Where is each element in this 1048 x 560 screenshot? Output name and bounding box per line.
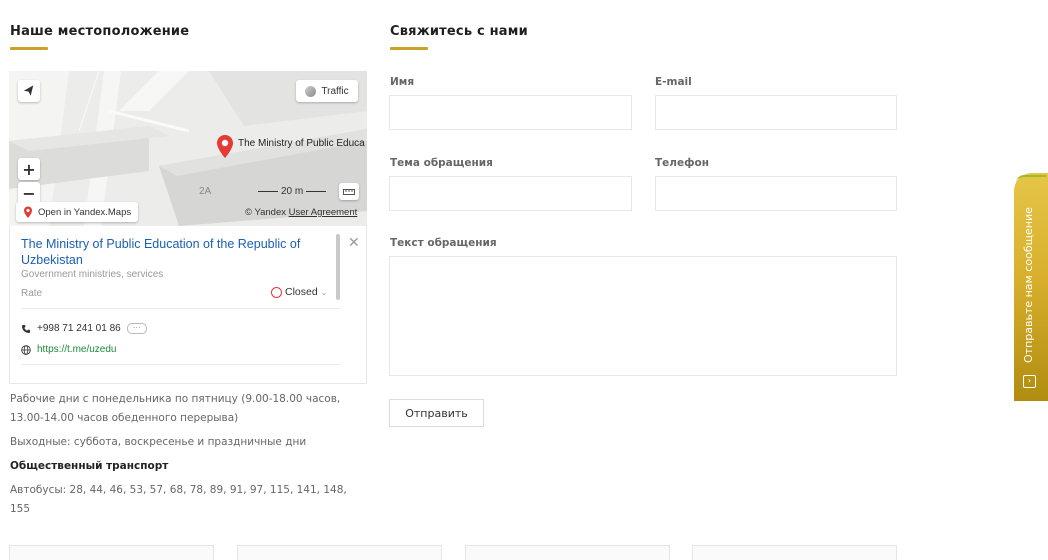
weekend-text: Выходные: суббота, воскресенье и праздни… [10,436,307,448]
email-input[interactable] [655,95,897,130]
message-label: Текст обращения [390,237,497,249]
globe-icon [21,344,31,355]
open-in-yandex-maps-button[interactable]: Open in Yandex.Maps [16,202,139,222]
copyright-text: © Yandex [245,207,286,218]
close-icon[interactable]: ✕ [348,234,360,251]
organization-website-link[interactable]: https://t.me/uzedu [21,344,117,355]
bottom-card-1[interactable] [9,545,214,560]
name-label: Имя [390,76,415,88]
scale-label: 20 m [281,186,304,197]
phone-icon [22,324,30,333]
bottom-card-2[interactable] [237,545,442,560]
organization-category: Government ministries, services [21,269,164,280]
contact-title: Свяжитесь с нами [390,24,528,39]
location-title-underline [10,47,48,50]
location-pin-icon[interactable] [216,134,234,160]
submit-button[interactable]: Отправить [389,399,484,427]
traffic-label: Traffic [321,85,349,97]
side-tab-label: Отправьте нам сообщение [1022,207,1035,363]
name-input[interactable] [389,95,632,130]
ruler-icon [343,188,355,195]
scale-line-right [306,191,327,192]
page-scrollbar[interactable] [1042,125,1046,325]
map-scale: 20 m [258,186,327,197]
navigation-arrow-icon [23,85,34,96]
map[interactable]: Traffic The Ministry of Public Educa + −… [9,71,367,226]
scale-line-left [258,191,278,192]
status-text: Closed [285,286,318,298]
subject-label: Тема обращения [390,157,493,169]
minus-icon: − [22,183,36,203]
message-textarea[interactable] [389,256,897,376]
yandex-pin-icon [24,206,32,218]
house-number: 2A [199,186,212,197]
card-divider [21,308,341,309]
map-copyright: © Yandex User Agreement [245,207,357,218]
opening-status[interactable]: Closed ⌄ [271,286,327,298]
website-url: https://t.me/uzedu [37,344,117,355]
working-days-text: Рабочие дни с понедельника по пятницу (9… [10,393,341,424]
plus-icon: + [22,159,36,179]
phone-label: Телефон [655,157,709,169]
phone-number: +998 71 241 01 86 [37,323,121,334]
email-label: E-mail [655,76,692,88]
bottom-card-3[interactable] [465,545,670,560]
zoom-out-button[interactable]: − [18,182,40,204]
ruler-button[interactable] [339,183,359,200]
user-agreement-link[interactable]: User Agreement [289,207,358,218]
card-scrollbar[interactable] [336,234,340,300]
subject-input[interactable] [389,176,632,211]
transport-title: Общественный транспорт [10,460,169,472]
message-icon: › [1023,375,1036,388]
bus-routes-text: Автобусы: 28, 44, 46, 53, 57, 68, 78, 89… [10,484,347,515]
map-pin-label: The Ministry of Public Educa [238,138,365,149]
phone-input[interactable] [655,176,897,211]
clock-icon [271,286,282,298]
traffic-light-icon [305,85,317,97]
traffic-button[interactable]: Traffic [296,80,358,102]
organization-phone[interactable]: +998 71 241 01 86 ··· [21,323,147,334]
chevron-down-icon: ⌄ [320,287,328,297]
zoom-in-button[interactable]: + [18,158,40,180]
organization-name-link[interactable]: The Ministry of Public Education of the … [21,236,321,268]
more-icon[interactable]: ··· [126,323,147,334]
location-title: Наше местоположение [10,24,190,39]
rate-label[interactable]: Rate [21,288,42,299]
locate-button[interactable] [18,80,40,102]
card-divider-bottom [21,364,341,365]
organization-card: The Ministry of Public Education of the … [9,226,367,384]
contact-title-underline [390,47,428,50]
bottom-card-4[interactable] [692,545,897,560]
open-in-yandex-label: Open in Yandex.Maps [38,206,132,218]
